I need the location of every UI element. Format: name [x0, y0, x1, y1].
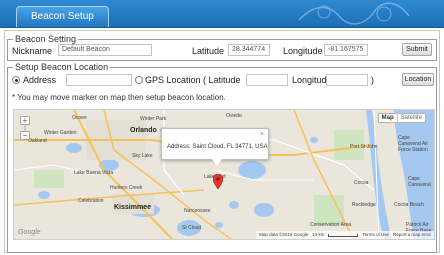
app-window: Beacon Setup Beacon Setting Nickname Def… [0, 0, 444, 255]
map-hint-text: * You may move marker on map then setup … [12, 93, 226, 102]
zoom-control: + − [20, 116, 30, 144]
gps-longitude-input[interactable] [326, 74, 368, 86]
map-attribution: Map data ©2015 Google 10 km Terms of Use… [256, 231, 434, 239]
gps-latitude-label: GPS Location ( Latitude [145, 75, 241, 85]
map-view[interactable]: Ocoee Winter Park Oviedo Orlando Sky Lak… [13, 109, 435, 240]
map-type-map-button[interactable]: Map [379, 114, 397, 122]
map-label-cape-canaveral-afs: Cape Canaveral Air Force Station [398, 135, 429, 153]
map-label-port-st-john: Port St John [350, 144, 378, 150]
map-label-oakland: Oakland [28, 138, 47, 144]
map-label-hunters-creek: Hunters Creek [110, 185, 143, 191]
address-radio[interactable] [12, 76, 20, 84]
map-scale-bar [328, 234, 359, 237]
map-label-kissimmee: Kissimmee [114, 204, 151, 211]
nickname-label: Nickname [12, 46, 53, 56]
google-logo: Google [18, 229, 41, 236]
map-label-rockledge: Rockledge [352, 202, 376, 208]
map-label-st-cloud: St Cloud [182, 225, 202, 231]
tab-beacon-setup[interactable]: Beacon Setup [16, 6, 109, 27]
header-bar: Beacon Setup [0, 0, 444, 28]
map-label-conservation: Conservation Area [310, 222, 352, 228]
map-label-cape: Cape Canaveral [408, 176, 431, 188]
map-label-ocoee: Ocoee [72, 115, 87, 121]
zoom-out-button[interactable]: − [20, 131, 30, 140]
submit-button[interactable]: Submit [402, 43, 432, 56]
tab-label: Beacon Setup [31, 11, 94, 22]
map-data-credit: Map data ©2015 Google [259, 232, 309, 237]
nickname-input[interactable]: Default Beacon [58, 44, 152, 56]
report-map-error-link[interactable]: Report a map error [393, 231, 431, 239]
map-label-orlando: Orlando [130, 127, 157, 134]
location-legend: Setup Beacon Location [13, 61, 111, 73]
location-button[interactable]: Location [402, 73, 434, 86]
address-input[interactable] [66, 74, 132, 86]
map-label-winter-garden: Winter Garden [44, 130, 77, 136]
map-label-oviedo: Oviedo [226, 113, 242, 119]
map-label-cocoa: Cocoa [354, 180, 369, 186]
longitude-label: Longitude [283, 46, 323, 56]
map-type-control: Map Satellite [377, 113, 426, 123]
info-window-address: Address: Saint Cloud, FL 34771, USA [167, 144, 268, 150]
map-label-winter-park: Winter Park [140, 116, 167, 122]
latitude-input[interactable]: 28.344774 [228, 44, 270, 56]
info-window-close-button[interactable]: × [260, 131, 264, 139]
map-scale-label: 10 km [312, 232, 325, 237]
map-type-satellite-button[interactable]: Satellite [396, 114, 425, 122]
decorative-swirl [298, 2, 410, 25]
map-marker-icon[interactable] [213, 174, 223, 189]
map-label-narcoossee: Narcoossee [184, 208, 211, 214]
map-label-celebration: Celebration [78, 198, 104, 204]
map-label-lake-buena-vista: Lake Buena Vista [74, 170, 114, 176]
map-label-cocoa-beach: Cocoa Beach [394, 202, 425, 208]
info-window: × Address: Saint Cloud, FL 34771, USA [161, 128, 269, 166]
terms-of-use-link[interactable]: Terms of Use [362, 231, 389, 239]
gps-radio[interactable] [135, 76, 143, 84]
longitude-input[interactable]: -81.167575 [324, 44, 368, 56]
zoom-in-button[interactable]: + [20, 116, 30, 125]
latitude-label: Latitude [192, 46, 225, 56]
gps-close-paren: ) [371, 75, 374, 85]
info-window-tail [212, 159, 222, 166]
beacon-setting-fieldset: Beacon Setting Nickname Default Beacon L… [7, 33, 437, 61]
address-label: Address [23, 75, 57, 85]
map-label-sky-lake: Sky Lake [132, 153, 153, 159]
gps-latitude-input[interactable] [246, 74, 288, 86]
main-panel: Beacon Setting Nickname Default Beacon L… [4, 30, 440, 253]
